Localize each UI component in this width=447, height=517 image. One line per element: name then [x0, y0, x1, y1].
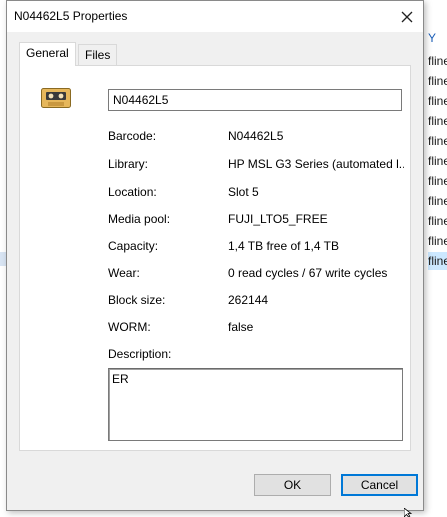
- background-list-item[interactable]: fline: [428, 192, 447, 210]
- cancel-button[interactable]: Cancel: [341, 474, 418, 496]
- background-list-item[interactable]: fline: [428, 232, 447, 250]
- worm-value: false: [228, 320, 254, 334]
- worm-label: WORM:: [108, 320, 151, 334]
- dialog-title: N04462L5 Properties: [14, 9, 128, 23]
- background-list-item[interactable]: fline: [428, 92, 447, 110]
- mouse-cursor-icon: [404, 508, 413, 517]
- capacity-value: 1,4 TB free of 1,4 TB: [228, 239, 339, 253]
- block-size-label: Block size:: [108, 293, 166, 307]
- wear-value: 0 read cycles / 67 write cycles: [228, 266, 388, 280]
- library-value: HP MSL G3 Series (automated l...: [228, 157, 404, 171]
- barcode-value: N04462L5: [228, 129, 284, 143]
- background-list-item[interactable]: fline: [428, 212, 447, 230]
- location-value: Slot 5: [228, 185, 259, 199]
- location-label: Location:: [108, 185, 157, 199]
- background-list-item[interactable]: fline: [428, 112, 447, 130]
- background-list-item[interactable]: fline: [428, 72, 447, 90]
- tape-cassette-icon: [41, 88, 71, 108]
- block-size-value: 262144: [228, 293, 269, 307]
- description-field[interactable]: ER: [108, 368, 403, 441]
- wear-label: Wear:: [108, 266, 140, 280]
- media-pool-value: FUJI_LTO5_FREE: [228, 212, 328, 226]
- dialog-titlebar[interactable]: N04462L5 Properties: [7, 1, 423, 32]
- tab-general[interactable]: General: [19, 42, 76, 66]
- background-list-item[interactable]: fline: [428, 52, 447, 70]
- general-tab-panel: Barcode: N04462L5 Library: HP MSL G3 Ser…: [19, 65, 411, 451]
- media-pool-label: Media pool:: [108, 212, 171, 226]
- background-list-item[interactable]: fline: [428, 132, 447, 150]
- media-name-field[interactable]: [108, 89, 402, 111]
- background-list-item-selected[interactable]: fline: [428, 252, 447, 270]
- properties-dialog: N04462L5 Properties General Files Barcod…: [6, 0, 424, 511]
- library-label: Library:: [108, 157, 149, 171]
- background-list-item[interactable]: fline: [428, 172, 447, 190]
- description-label: Description:: [108, 347, 172, 361]
- barcode-label: Barcode:: [108, 129, 157, 143]
- background-list-item: Y: [428, 31, 437, 45]
- ok-button[interactable]: OK: [254, 474, 331, 496]
- capacity-label: Capacity:: [108, 239, 159, 253]
- tab-files[interactable]: Files: [78, 44, 118, 65]
- background-list-item[interactable]: fline: [428, 152, 447, 170]
- close-icon: [401, 11, 413, 22]
- close-button[interactable]: [391, 1, 423, 32]
- background-window: Y fline fline fline fline fline fline fl…: [420, 0, 447, 517]
